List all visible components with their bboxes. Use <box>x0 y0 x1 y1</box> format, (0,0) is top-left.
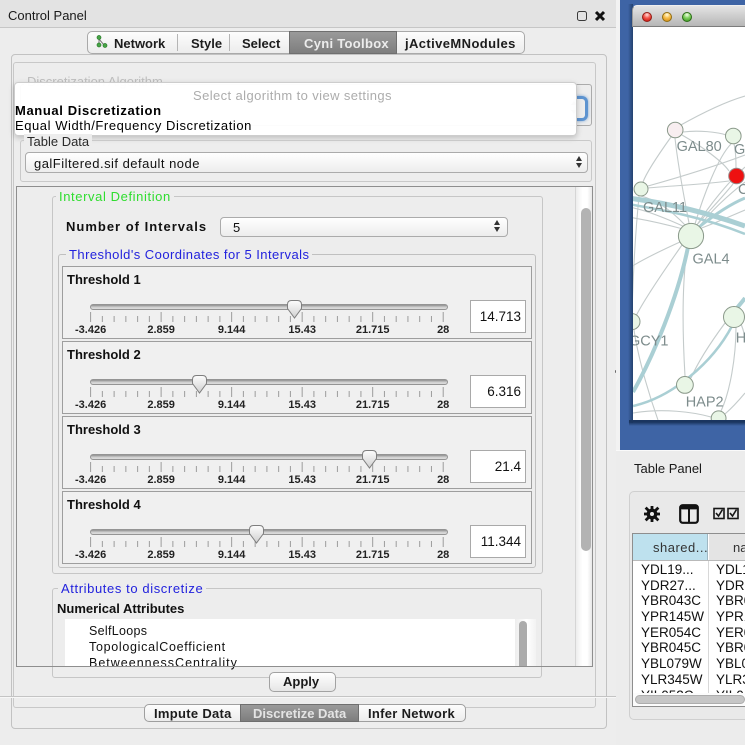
svg-text:GAL11: GAL11 <box>643 200 687 216</box>
svg-text:CY: CY <box>738 182 745 198</box>
svg-text:H: H <box>736 331 745 347</box>
svg-text:GA: GA <box>734 142 745 158</box>
svg-text:GAL80: GAL80 <box>677 139 722 155</box>
svg-text:HAP2: HAP2 <box>686 394 724 410</box>
svg-text:GCY1: GCY1 <box>633 333 669 349</box>
svg-text:GAL4: GAL4 <box>693 252 730 268</box>
